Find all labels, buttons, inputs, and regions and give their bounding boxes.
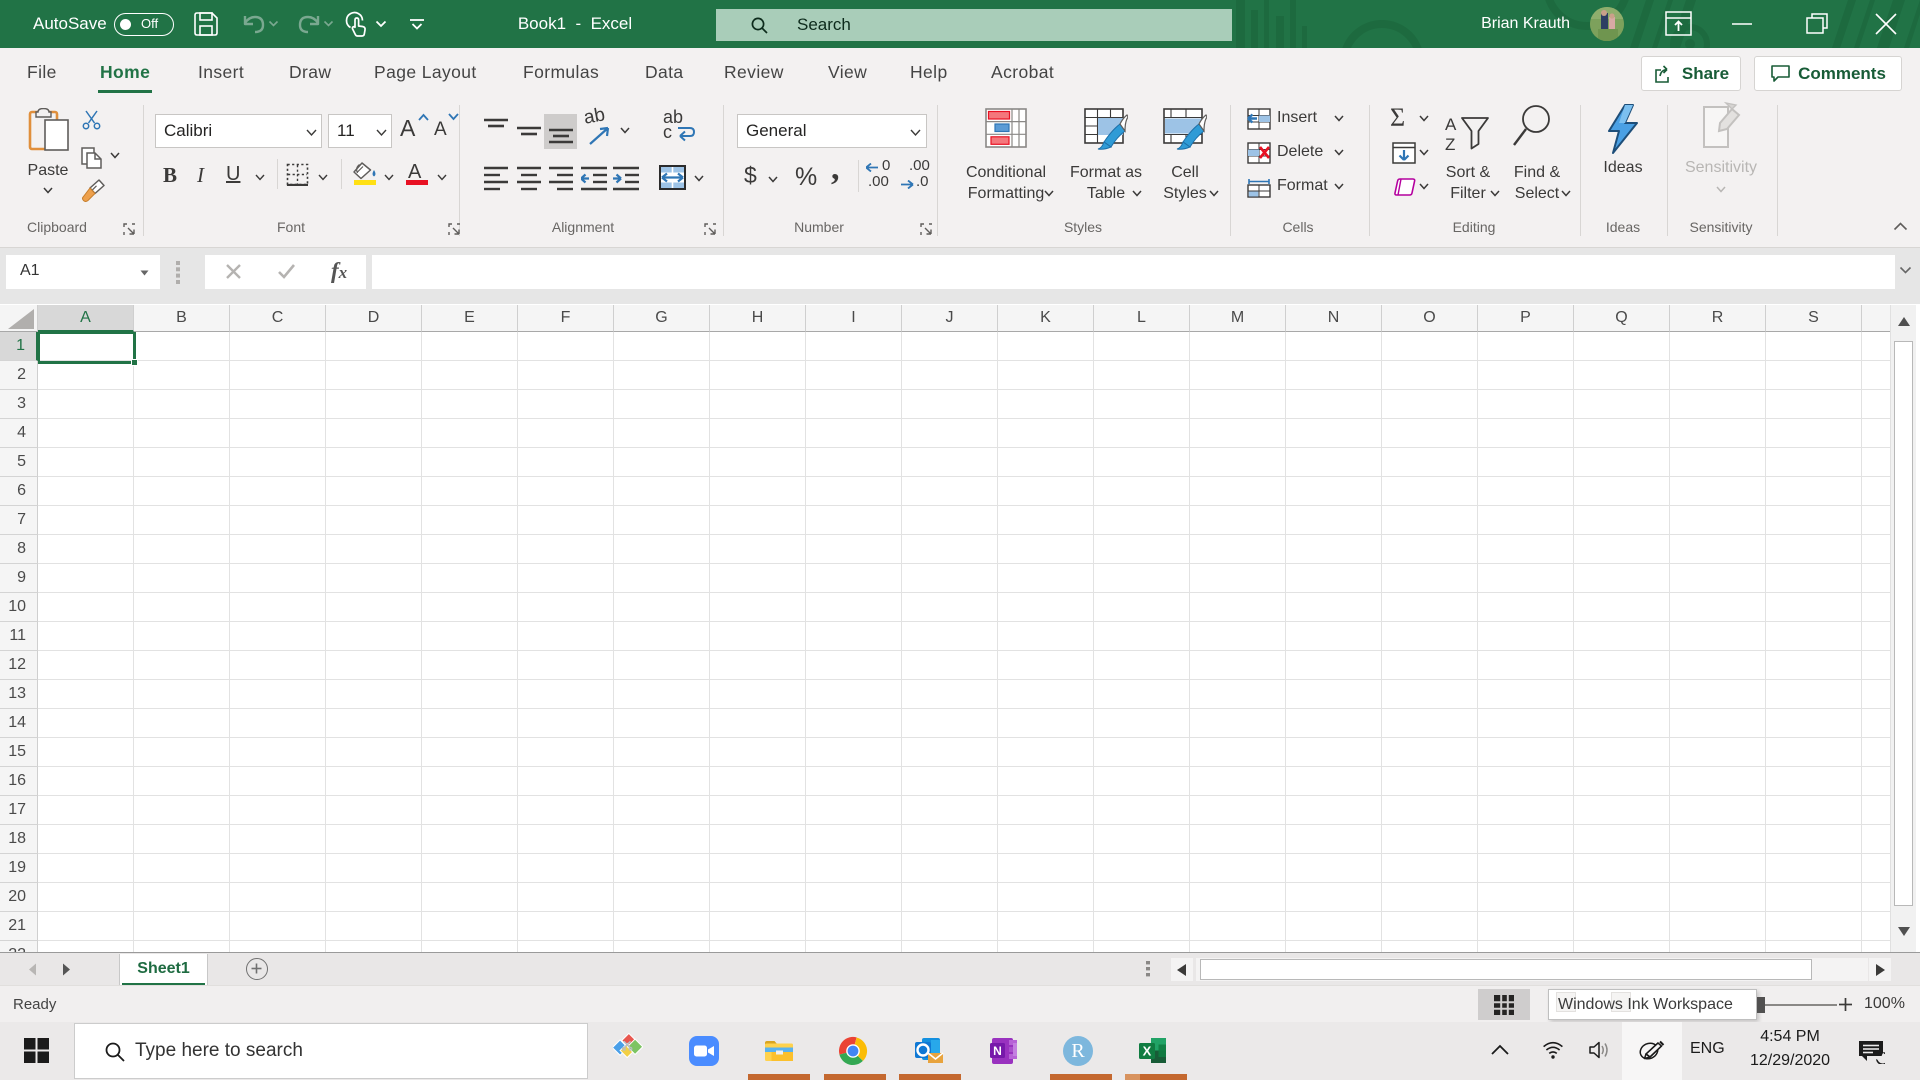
svg-text:X: X — [1143, 1044, 1152, 1059]
svg-text:N: N — [993, 1044, 1002, 1058]
